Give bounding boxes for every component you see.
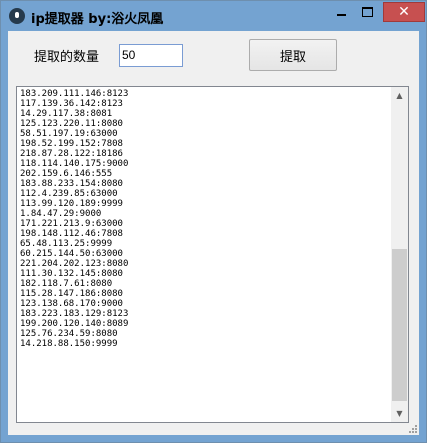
list-item: 1.84.47.29:9000: [20, 209, 102, 219]
list-item: 125.123.220.11:8080: [20, 119, 123, 129]
list-item: 111.30.132.145:8080: [20, 269, 123, 279]
minimize-button[interactable]: [328, 2, 354, 22]
vertical-scrollbar[interactable]: ▲ ▼: [391, 87, 408, 422]
list-item: 198.52.199.152:7808: [20, 139, 123, 149]
list-item: 199.200.120.140:8089: [20, 319, 129, 329]
quantity-input[interactable]: 50: [119, 44, 183, 67]
ip-list-box[interactable]: 183.209.111.146:8123 117.139.36.142:8123 1…: [16, 86, 409, 423]
list-item: 58.51.197.19:63000: [20, 129, 118, 139]
list-item: 183.209.111.146:8123: [20, 89, 129, 99]
maximize-button[interactable]: [354, 2, 380, 22]
list-item: 65.48.113.25:9999: [20, 239, 113, 249]
app-logo-icon[interactable]: [9, 8, 25, 24]
list-item: 171.221.213.9:63000: [20, 219, 123, 229]
list-item: 118.114.140.175:9000: [20, 159, 129, 169]
scroll-thumb[interactable]: [392, 249, 407, 401]
fetch-button[interactable]: 提取: [249, 39, 337, 71]
list-item: 183.223.183.129:8123: [20, 309, 129, 319]
list-item: 117.139.36.142:8123: [20, 99, 123, 109]
list-item: 125.76.234.59:8080: [20, 329, 118, 339]
title-bar[interactable]: ip提取器 by:浴火凤凰 ✕: [1, 1, 426, 31]
list-item: 221.204.202.123:8080: [20, 259, 129, 269]
list-item: 183.88.233.154:8080: [20, 179, 123, 189]
list-item: 112.4.239.85:63000: [20, 189, 118, 199]
quantity-label: 提取的数量: [34, 50, 100, 65]
close-button[interactable]: ✕: [383, 2, 425, 22]
scroll-down-button[interactable]: ▼: [391, 405, 408, 422]
app-window: ip提取器 by:浴火凤凰 ✕ 提取的数量 50 提取 183.209.111.…: [0, 0, 427, 443]
list-item: 14.218.88.150:9999: [20, 339, 118, 349]
maximize-icon: [361, 7, 373, 17]
list-item: 123.138.68.170:9000: [20, 299, 123, 309]
ip-list[interactable]: 183.209.111.146:8123 117.139.36.142:8123 1…: [19, 89, 388, 420]
list-item: 115.28.147.186:8080: [20, 289, 123, 299]
close-icon: ✕: [398, 4, 410, 20]
scroll-up-button[interactable]: ▲: [391, 87, 408, 104]
minimize-icon: [336, 14, 346, 16]
list-item: 113.99.120.189:9999: [20, 199, 123, 209]
client-area: 提取的数量 50 提取 183.209.111.146:8123 117.139.…: [8, 31, 419, 435]
list-item: 182.118.7.61:8080: [20, 279, 113, 289]
list-item: 198.148.112.46:7808: [20, 229, 123, 239]
list-item: 202.159.6.146:555: [20, 169, 113, 179]
chevron-down-icon: ▼: [396, 409, 403, 418]
list-item: 60.215.144.50:63000: [20, 249, 123, 259]
list-item: 218.87.28.122:18186: [20, 149, 123, 159]
chevron-up-icon: ▲: [396, 91, 403, 100]
resize-grip-icon[interactable]: [407, 423, 417, 433]
list-item: 14.29.117.38:8081: [20, 109, 113, 119]
window-title: ip提取器 by:浴火凤凰: [31, 12, 164, 27]
